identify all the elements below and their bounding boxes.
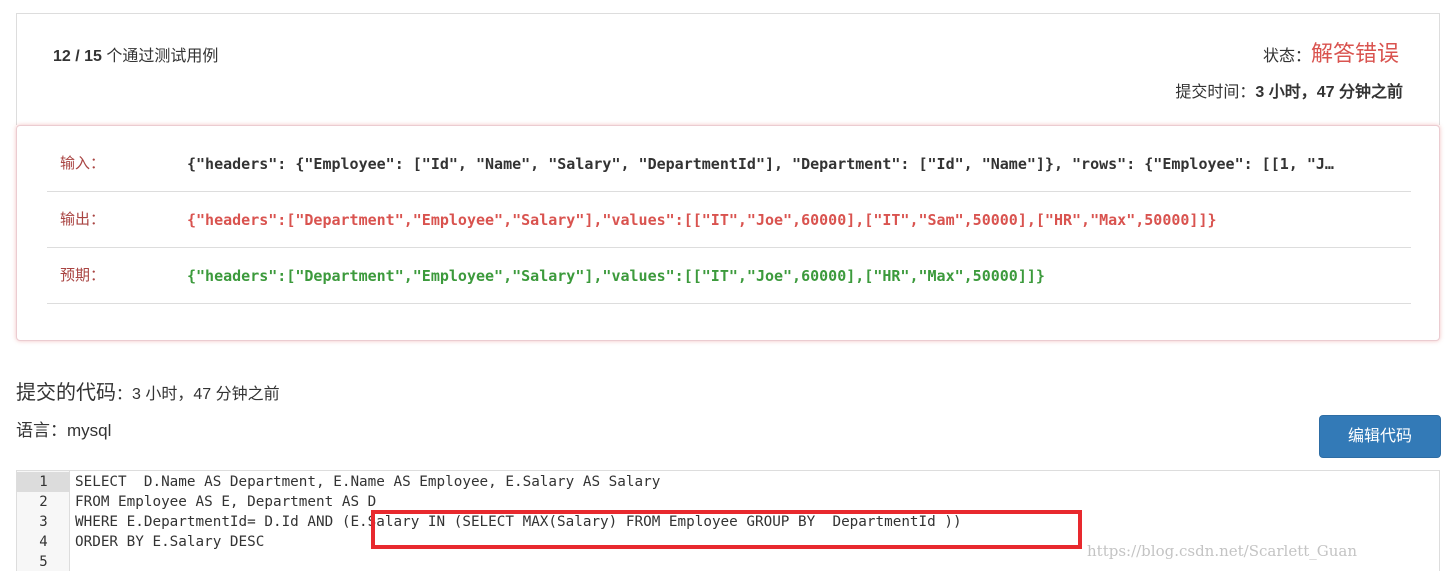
code-line[interactable]: WHERE E.DepartmentId= D.Id AND (E.Salary…: [75, 512, 962, 532]
passed-count: 12: [53, 48, 71, 65]
output-row: 输出： {"headers":["Department","Employee",…: [47, 192, 1411, 248]
status-line: 状态：解答错误: [1263, 36, 1399, 68]
submitted-code-heading: 提交的代码：3 小时，47 分钟之前: [16, 376, 280, 405]
code-line[interactable]: SELECT D.Name AS Department, E.Name AS E…: [75, 472, 660, 492]
status-label: 状态：: [1262, 48, 1311, 65]
submitted-code-title: 提交的代码: [16, 382, 116, 404]
expected-label: 预期：: [60, 267, 106, 284]
language-line: 语言：mysql: [16, 416, 111, 441]
submit-time-value: 3 小时，47 分钟之前: [1255, 84, 1403, 101]
line-number: 4: [39, 534, 48, 550]
code-line[interactable]: ORDER BY E.Salary DESC: [75, 532, 264, 552]
line-number-gutter: 1 2 3 4 5: [17, 471, 70, 571]
code-line[interactable]: FROM Employee AS E, Department AS D: [75, 492, 376, 512]
input-label: 输入：: [60, 155, 106, 172]
test-result-panel: 输入： {"headers": {"Employee": ["Id", "Nam…: [16, 125, 1440, 341]
code-editor[interactable]: 1 2 3 4 5 SELECT D.Name AS Department, E…: [16, 470, 1440, 571]
output-label: 输出：: [60, 211, 106, 228]
line-number: 2: [39, 494, 48, 510]
blog-watermark: https://blog.csdn.net/Scarlett_Guan: [1087, 542, 1357, 560]
expected-value: {"headers":["Department","Employee","Sal…: [187, 267, 1045, 285]
line-number: 5: [39, 554, 48, 570]
status-value: 解答错误: [1310, 41, 1399, 66]
count-separator: /: [70, 48, 85, 65]
language-value: mysql: [67, 421, 112, 440]
test-pass-count: 12 / 15 个通过测试用例: [53, 42, 218, 66]
pass-count-label: 个通过测试用例: [101, 48, 219, 65]
edit-code-button[interactable]: 编辑代码: [1319, 415, 1441, 458]
submit-time-label: 提交时间：: [1175, 84, 1256, 101]
total-count: 15: [84, 48, 102, 65]
output-value: {"headers":["Department","Employee","Sal…: [187, 211, 1217, 229]
line-number: 3: [39, 514, 48, 530]
input-value: {"headers": {"Employee": ["Id", "Name", …: [187, 155, 1334, 173]
submitted-code-time: ：3 小时，47 分钟之前: [116, 386, 280, 403]
input-row: 输入： {"headers": {"Employee": ["Id", "Nam…: [47, 136, 1411, 192]
submission-summary-panel: 12 / 15 个通过测试用例 状态：解答错误 提交时间：3 小时，47 分钟之…: [16, 13, 1440, 125]
expected-row: 预期： {"headers":["Department","Employee",…: [47, 248, 1411, 304]
language-label: 语言：: [16, 421, 67, 440]
submit-time-line: 提交时间：3 小时，47 分钟之前: [1175, 78, 1403, 102]
line-number: 1: [17, 472, 70, 492]
